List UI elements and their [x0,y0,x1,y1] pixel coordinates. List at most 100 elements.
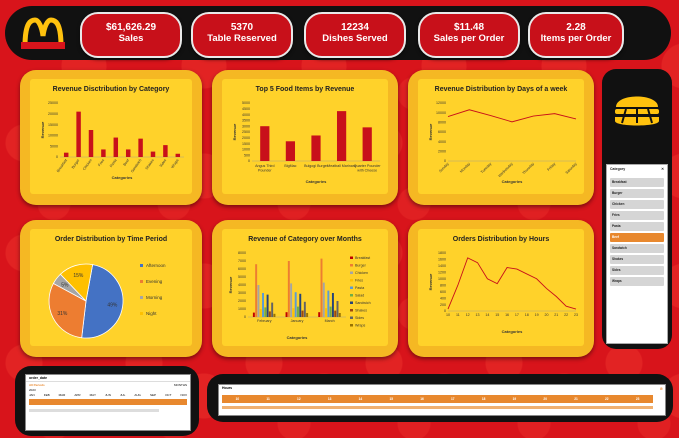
slicer-item[interactable]: Pasta [610,221,664,231]
bar [322,282,325,317]
y-tick-label: 4000 [242,113,250,117]
data-label: 49% [107,302,118,308]
legend-swatch [140,312,143,315]
timeline-hour[interactable]: 13 [328,397,332,401]
timeline-bar[interactable] [29,399,187,405]
timeline-hour[interactable]: 14 [359,397,363,401]
slicer-item[interactable]: Chicken [610,199,664,209]
timeline-month[interactable]: MAY [90,393,96,397]
x-tick-label: Shakes [145,158,155,170]
timeline-hour[interactable]: 18 [482,397,486,401]
y-tick-label: 12000 [436,101,446,105]
chart-card-orders-by-hours: Orders Distribution by Hours 0 200 400 600 80… [408,220,594,357]
slicer-item[interactable]: Burger [610,188,664,198]
x-tick-label: Fries [97,158,105,167]
timeline-hour[interactable]: 19 [513,397,517,401]
bar [327,290,330,317]
bar [285,141,296,161]
legend-label: Salad [355,294,364,298]
chart-orders-by-hours: Orders Distribution by Hours020040060080… [428,236,578,334]
bar [63,152,69,157]
slicer-item[interactable]: Sides [610,265,664,275]
date-timeline: order_date All Periods MONTHS 2023 JAN FE… [25,374,191,431]
y-tick-label: 1000 [438,277,446,281]
y-tick-label: 800 [440,283,446,287]
timeline-scrollbar[interactable] [29,409,159,412]
timeline-hour[interactable]: 16 [420,397,424,401]
y-tick-label: 25000 [48,101,58,105]
timeline-month[interactable]: JUN [105,393,111,397]
slicer-item[interactable]: Fries [610,210,664,220]
bar [320,258,323,317]
legend-swatch [350,256,353,259]
timeline-month[interactable]: OCT [165,393,171,397]
y-tick-label: 5000 [50,144,58,148]
y-tick-label: 5000 [242,101,250,105]
data-label: 31% [57,311,68,317]
legend-swatch [350,309,353,312]
timeline-hour[interactable]: 10 [236,397,240,401]
timeline-hour[interactable]: 17 [451,397,455,401]
slicer-item[interactable]: Wraps [610,276,664,286]
legend-label: Wraps [355,324,366,328]
timeline-title: order_date [26,375,190,382]
hours-timeline-bar[interactable]: 10 11 12 13 14 15 16 17 18 19 20 21 22 23 [222,395,653,403]
timeline-hour[interactable]: 15 [389,397,393,401]
clear-filter-icon[interactable]: ⊗ [660,386,663,391]
timeline-hour[interactable]: 23 [636,397,640,401]
x-tick-label: 11 [456,313,460,317]
legend-label: Shakes [355,309,367,313]
bar [297,306,299,317]
y-tick-label: 0 [244,315,246,319]
timeline-month[interactable]: NOV [180,393,187,397]
bar [252,312,255,317]
timeline-hour[interactable]: 11 [266,397,269,401]
y-axis-label: Revenue [40,121,45,138]
slicer-item[interactable]: Shakes [610,254,664,264]
bar [266,294,269,317]
bar [311,135,321,161]
timeline-month[interactable]: AUG [134,393,141,397]
bar [175,153,181,157]
y-tick-label: 0 [248,159,250,163]
bar [125,149,131,157]
hours-scrollbar[interactable] [222,406,653,409]
timeline-month[interactable]: SEP [150,393,156,397]
x-tick-label: with Cheese [357,169,377,173]
y-tick-label: 1800 [438,251,446,255]
timeline-hour[interactable]: 22 [605,397,609,401]
x-tick-label: Saturday [565,162,578,175]
bar [334,310,337,317]
chart-card-top5-items: Top 5 Food Items by Revenue 0 500 1000 1500 2… [212,70,398,205]
slicer-item[interactable]: Sandwich [610,243,664,253]
slicer-item[interactable]: Breakfast [610,177,664,187]
x-tick-label: Quarter Pounder [354,164,382,168]
bar [113,137,119,157]
timeline-month[interactable]: APR [74,393,80,397]
timeline-mode[interactable]: MONTHS [174,383,187,387]
x-axis-label: Categories [306,179,327,184]
y-tick-label: 200 [440,303,446,307]
x-tick-label: 18 [525,313,529,317]
x-tick-label: February [257,319,272,323]
category-slicer: Category ✕ Breakfast Burger Chicken Fries Pa… [606,164,668,344]
clear-filter-icon[interactable]: ✕ [661,167,664,174]
timeline-hour[interactable]: 20 [543,397,547,401]
timeline-hour[interactable]: 12 [297,397,301,401]
slicer-item[interactable]: Beef [610,232,664,242]
timeline-month[interactable]: FEB [44,393,50,397]
y-tick-label: 6000 [238,267,246,271]
legend-label: Morning [146,295,163,300]
timeline-month[interactable]: JAN [29,393,35,397]
bar [306,313,309,317]
bar [138,138,143,157]
y-tick-label: 2000 [242,136,250,140]
x-tick-label: Sunday [438,162,450,174]
legend-swatch [140,264,143,267]
timeline-month[interactable]: JUL [120,393,125,397]
y-tick-label: 10000 [436,111,446,115]
timeline-hour[interactable]: 21 [574,397,578,401]
x-tick-label: 17 [515,313,519,317]
legend-swatch [350,286,353,289]
timeline-month[interactable]: MAR [59,393,66,397]
